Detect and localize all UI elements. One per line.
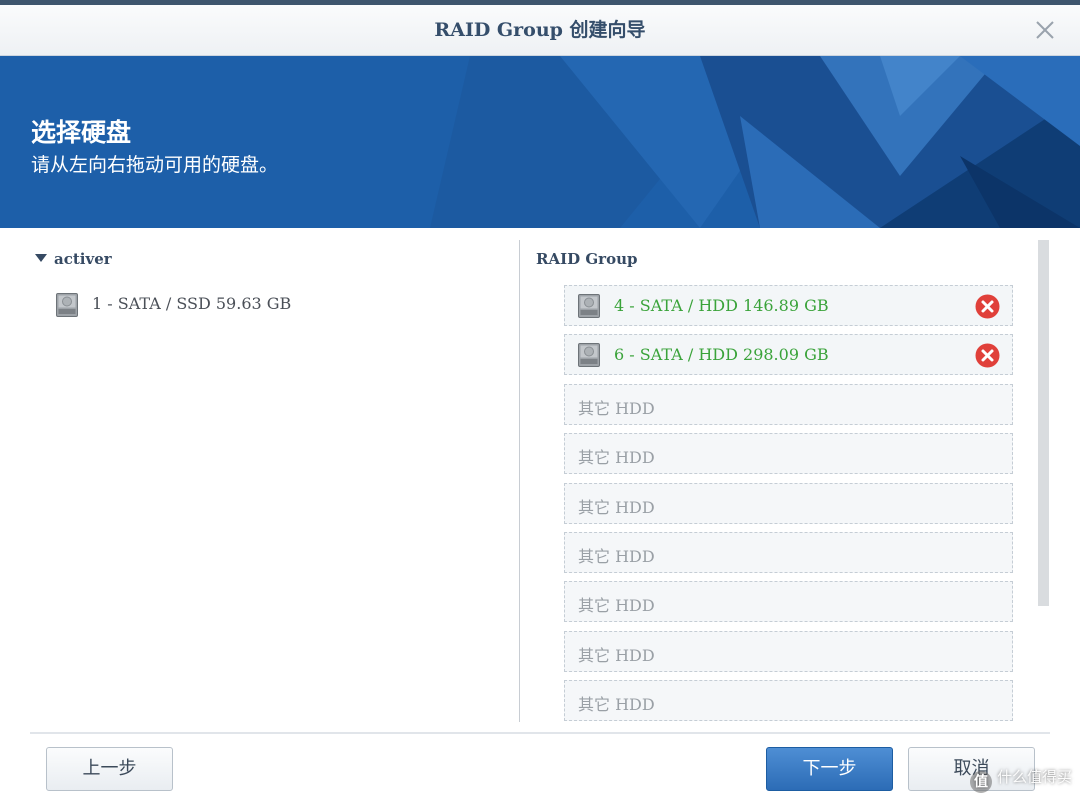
- raid-slot-empty[interactable]: 其它 HDD: [564, 433, 1013, 474]
- title-bar: RAID Group 创建向导: [0, 5, 1080, 56]
- empty-slot-label: 其它 HDD: [578, 547, 655, 566]
- disk-label: 1 - SATA / SSD 59.63 GB: [92, 294, 292, 313]
- raid-slot-empty[interactable]: 其它 HDD: [564, 631, 1013, 672]
- site-watermark: 值什么值得买: [969, 766, 1072, 793]
- hard-disk-icon: [578, 294, 600, 318]
- available-disk-1[interactable]: 1 - SATA / SSD 59.63 GB: [56, 291, 496, 319]
- empty-slot-label: 其它 HDD: [578, 596, 655, 615]
- window-title: RAID Group 创建向导: [434, 19, 646, 41]
- watermark-badge: 值: [969, 771, 992, 793]
- raid-slot-empty[interactable]: 其它 HDD: [564, 483, 1013, 524]
- remove-circle-icon[interactable]: [975, 343, 1000, 368]
- next-button[interactable]: 下一步: [766, 747, 893, 791]
- wizard-banner: 选择硬盘 请从左向右拖动可用的硬盘。: [0, 56, 1080, 228]
- empty-slot-label: 其它 HDD: [578, 646, 655, 665]
- close-icon[interactable]: [1032, 17, 1058, 43]
- disk-label: 4 - SATA / HDD 146.89 GB: [614, 296, 829, 315]
- prev-button[interactable]: 上一步: [46, 747, 173, 791]
- banner-background-graphic: [0, 56, 1080, 228]
- available-disks-panel: activer 1 - SATA / SSD 59.63 GB: [30, 240, 520, 722]
- caret-down-icon: [35, 254, 47, 262]
- footer-divider: [30, 732, 1050, 734]
- step-title: 选择硬盘: [31, 118, 132, 147]
- raid-slot-disk-6[interactable]: 6 - SATA / HDD 298.09 GB: [564, 334, 1013, 375]
- tree-group-label: activer: [54, 250, 112, 268]
- scrollbar-thumb[interactable]: [1038, 240, 1049, 606]
- remove-circle-icon[interactable]: [975, 294, 1000, 319]
- raid-slot-empty[interactable]: 其它 HDD: [564, 581, 1013, 622]
- disk-label: 6 - SATA / HDD 298.09 GB: [614, 345, 829, 364]
- panel-divider: [519, 240, 520, 722]
- watermark-text: 什么值得买: [996, 768, 1072, 786]
- empty-slot-label: 其它 HDD: [578, 448, 655, 467]
- empty-slot-label: 其它 HDD: [578, 695, 655, 714]
- hard-disk-icon: [56, 293, 78, 317]
- raid-slot-empty[interactable]: 其它 HDD: [564, 532, 1013, 573]
- raid-slot-disk-4[interactable]: 4 - SATA / HDD 146.89 GB: [564, 285, 1013, 326]
- raid-group-header: RAID Group: [536, 250, 638, 268]
- step-instructions: 请从左向右拖动可用的硬盘。: [31, 154, 279, 176]
- tree-group-activer[interactable]: activer: [35, 250, 112, 272]
- hard-disk-icon: [578, 343, 600, 367]
- raid-slot-empty[interactable]: 其它 HDD: [564, 384, 1013, 425]
- empty-slot-label: 其它 HDD: [578, 498, 655, 517]
- empty-slot-label: 其它 HDD: [578, 399, 655, 418]
- raid-wizard-window: RAID Group 创建向导 选择硬盘 请从左向右拖动可用的硬盘。 activ…: [0, 0, 1080, 800]
- raid-slot-empty[interactable]: 其它 HDD: [564, 680, 1013, 721]
